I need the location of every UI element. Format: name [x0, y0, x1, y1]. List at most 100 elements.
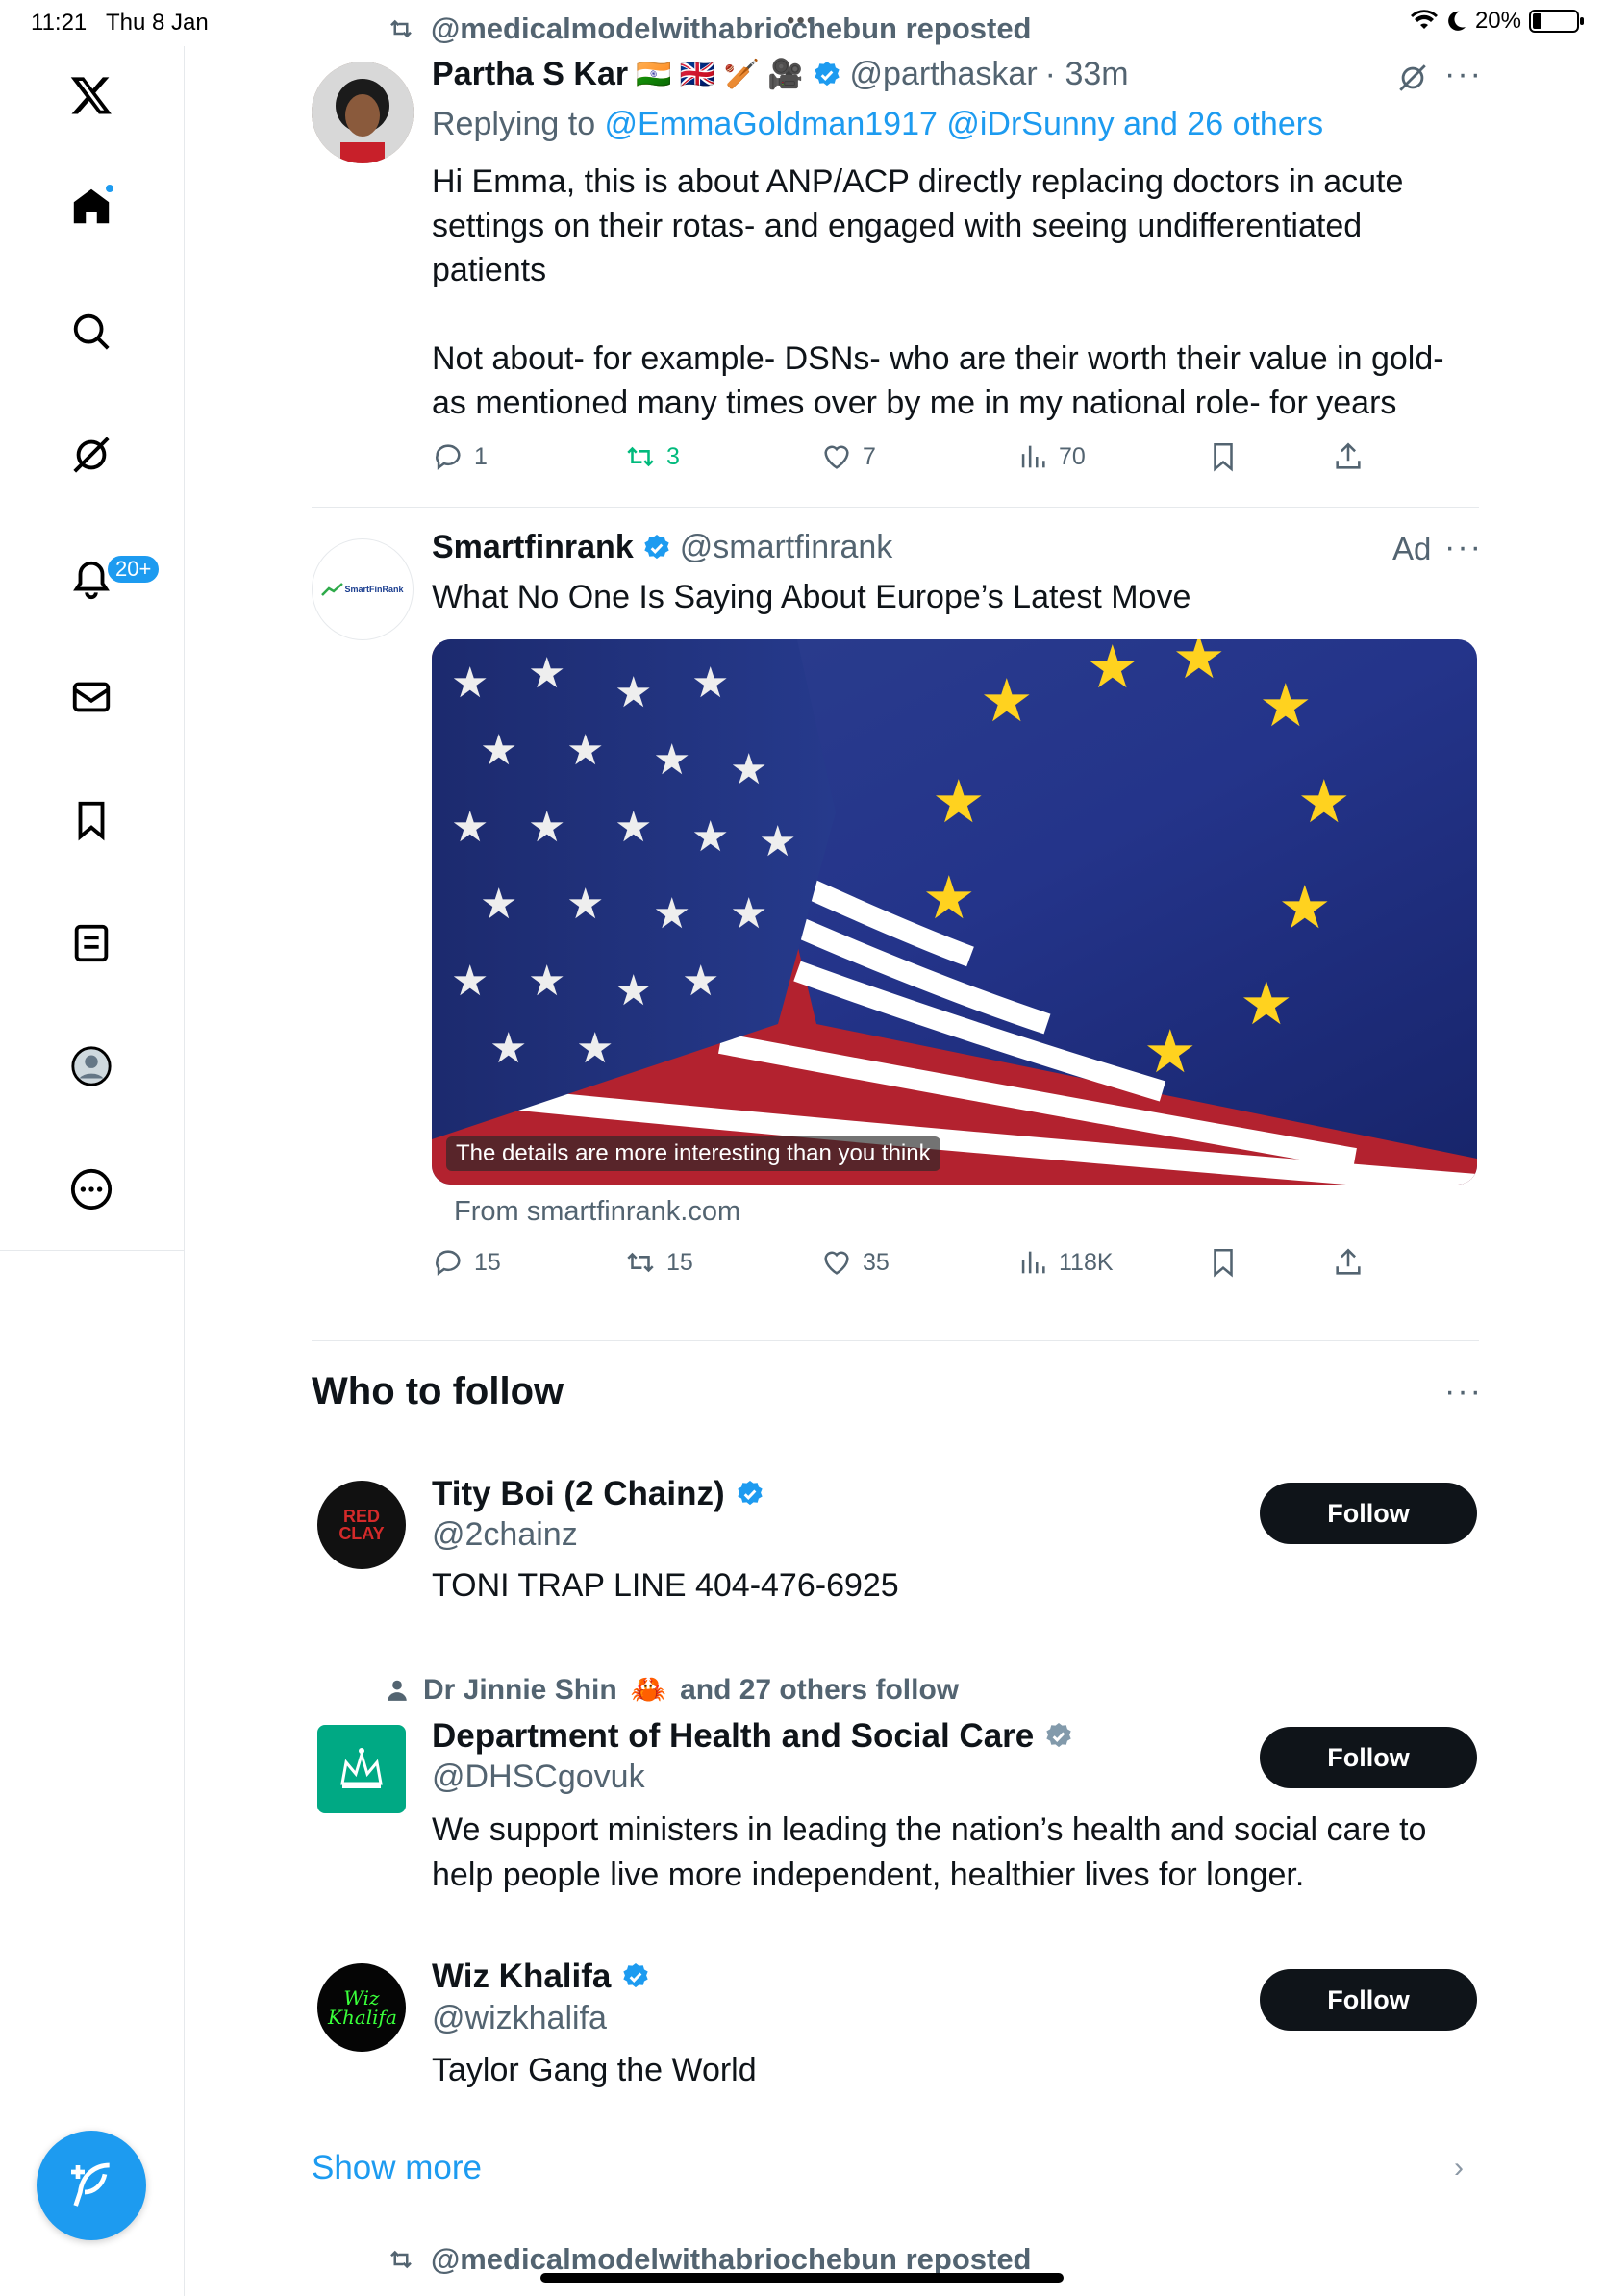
reply-button[interactable]: 1 [432, 440, 488, 473]
x-logo-icon[interactable] [58, 62, 125, 129]
account-handle[interactable]: @wizkhalifa [432, 2000, 607, 2037]
like-button[interactable]: 35 [820, 1246, 890, 1279]
envelope-icon [72, 682, 111, 712]
account-name-row[interactable]: Wiz Khalifa [432, 1958, 651, 1996]
replying-to-handles[interactable]: @EmmaGoldman1917 @iDrSunny and 26 others [605, 106, 1324, 142]
nav-grok[interactable] [58, 421, 125, 488]
svg-text:★: ★ [922, 862, 976, 933]
bookmark-button[interactable] [1207, 1246, 1240, 1279]
repost-button[interactable]: 3 [624, 440, 680, 473]
show-more-link[interactable]: Show more [312, 2149, 482, 2187]
grok-icon[interactable] [1396, 62, 1429, 94]
who-to-follow-title: Who to follow [312, 1370, 564, 1412]
account-handle[interactable]: @2chainz [432, 1516, 578, 1554]
ad-avatar-text: SmartFinRank [344, 585, 404, 594]
tweet-text: Hi Emma, this is about ANP/ACP directly … [432, 163, 1444, 421]
nav-messages[interactable] [58, 663, 125, 731]
share-button[interactable] [1332, 1246, 1365, 1279]
verified-icon [644, 534, 669, 559]
avatar[interactable] [317, 1725, 406, 1813]
svg-text:★: ★ [528, 649, 565, 698]
svg-text:★: ★ [489, 1024, 527, 1073]
verified-gray-icon [1046, 1723, 1071, 1748]
svg-text:★: ★ [759, 817, 796, 866]
more-options-icon[interactable]: ··· [1444, 1373, 1483, 1410]
nav-home[interactable] [58, 173, 125, 240]
account-handle[interactable]: @DHSCgovuk [432, 1759, 645, 1796]
account-bio: Taylor Gang the World [432, 2052, 757, 2088]
home-indicator[interactable] [540, 2273, 1064, 2283]
svg-text:★: ★ [614, 668, 652, 717]
repost-icon [390, 19, 412, 38]
nav-explore[interactable] [58, 298, 125, 365]
views-button[interactable]: 118K [1016, 1246, 1114, 1279]
ad-author-name[interactable]: Smartfinrank [432, 529, 634, 566]
ad-image[interactable]: ★ ★ ★ ★ ★ ★ ★ ★ ★ ★ ★ ★ ★ ★ ★ ★ ★ ★ ★ ★ ★ ★ ★ ★ ★ ★ ★ ★ ★ ★ ★ ★… [432, 639, 1477, 1185]
nav-lists[interactable] [58, 910, 125, 977]
chart-logo-icon [321, 583, 344, 596]
reply-count: 1 [474, 442, 488, 470]
ad-author-handle[interactable]: @smartfinrank [680, 529, 893, 566]
repost-context[interactable]: @medicalmodelwithabriochebun reposted [385, 2242, 1032, 2277]
repost-button[interactable]: 15 [624, 1246, 693, 1279]
views-icon [1021, 445, 1045, 468]
flags-image: ★ ★ ★ ★ ★ ★ ★ ★ ★ ★ ★ ★ ★ ★ ★ ★ ★ ★ ★ ★ ★ ★ ★ ★ ★ ★★ ★★★★ ★… [432, 639, 1477, 1185]
avatar[interactable]: RED CLAY [317, 1481, 406, 1569]
heart-icon [824, 445, 849, 469]
author-name[interactable]: Partha S Kar [432, 56, 628, 93]
svg-text:★: ★ [730, 889, 767, 938]
notifications-badge: 20+ [106, 554, 162, 585]
account-bio: TONI TRAP LINE 404-476-6925 [432, 1567, 899, 1604]
repost-context[interactable]: @medicalmodelwithabriochebun reposted [385, 12, 1032, 46]
ad-image-caption: The details are more interesting than yo… [446, 1136, 940, 1171]
tweet-author-row: Partha S Kar 🇮🇳 🇬🇧 🏏 🎥 @parthaskar · 33m [432, 56, 1129, 93]
status-date: Thu 8 Jan [106, 10, 209, 36]
nav-profile[interactable] [58, 1033, 125, 1100]
avatar[interactable] [312, 62, 414, 163]
repost-count: 15 [666, 1248, 693, 1276]
svg-text:★: ★ [1143, 1016, 1197, 1086]
svg-text:★: ★ [1172, 639, 1226, 692]
tweet-actions: 1 3 7 70 [432, 440, 1480, 479]
repost-context-label: @medicalmodelwithabriochebun reposted [431, 2242, 1032, 2276]
repost-icon [390, 2250, 412, 2269]
nav-more[interactable] [58, 1156, 125, 1223]
divider [312, 507, 1479, 508]
follow-button[interactable]: Follow [1260, 1483, 1477, 1544]
chevron-right-icon[interactable]: › [1454, 2152, 1464, 2184]
more-options-icon[interactable]: ··· [1444, 56, 1483, 93]
like-count: 7 [863, 442, 876, 470]
battery-icon [1529, 10, 1584, 33]
svg-text:★: ★ [451, 803, 489, 852]
more-options-icon[interactable]: ··· [1444, 529, 1483, 566]
reply-icon [436, 1250, 461, 1276]
verified-icon [737, 1481, 763, 1506]
share-button[interactable] [1332, 440, 1365, 473]
account-name-row[interactable]: Tity Boi (2 Chainz) [432, 1475, 765, 1513]
ad-source[interactable]: From smartfinrank.com [454, 1196, 740, 1228]
avatar[interactable]: Wiz Khalifa [317, 1963, 406, 2052]
battery-fill [1533, 13, 1541, 29]
bookmark-icon [1214, 442, 1233, 472]
like-button[interactable]: 7 [820, 440, 876, 473]
follow-button[interactable]: Follow [1260, 1727, 1477, 1788]
account-name-row[interactable]: Department of Health and Social Care [432, 1717, 1074, 1756]
nav-bookmarks[interactable] [58, 786, 125, 854]
tweet-time[interactable]: · 33m [1045, 56, 1129, 93]
svg-text:★: ★ [1240, 968, 1293, 1038]
reply-button[interactable]: 15 [432, 1246, 501, 1279]
social-context-label: and 27 others follow [680, 1673, 960, 1706]
svg-text:★: ★ [1086, 639, 1140, 702]
wifi-icon [1410, 10, 1438, 29]
account-bio: We support ministers in leading the nati… [432, 1811, 1427, 1893]
author-handle[interactable]: @parthaskar [850, 56, 1038, 93]
nav-notifications[interactable]: 20+ [58, 546, 162, 613]
follow-button[interactable]: Follow [1260, 1969, 1477, 2031]
bookmark-button[interactable] [1207, 440, 1240, 473]
views-button[interactable]: 70 [1016, 440, 1086, 473]
sidebar: 20+ [0, 46, 185, 2296]
views-count: 70 [1059, 442, 1086, 470]
more-circle-icon [70, 1168, 113, 1210]
ad-avatar[interactable]: SmartFinRank [312, 538, 414, 640]
compose-button[interactable] [37, 2131, 146, 2240]
